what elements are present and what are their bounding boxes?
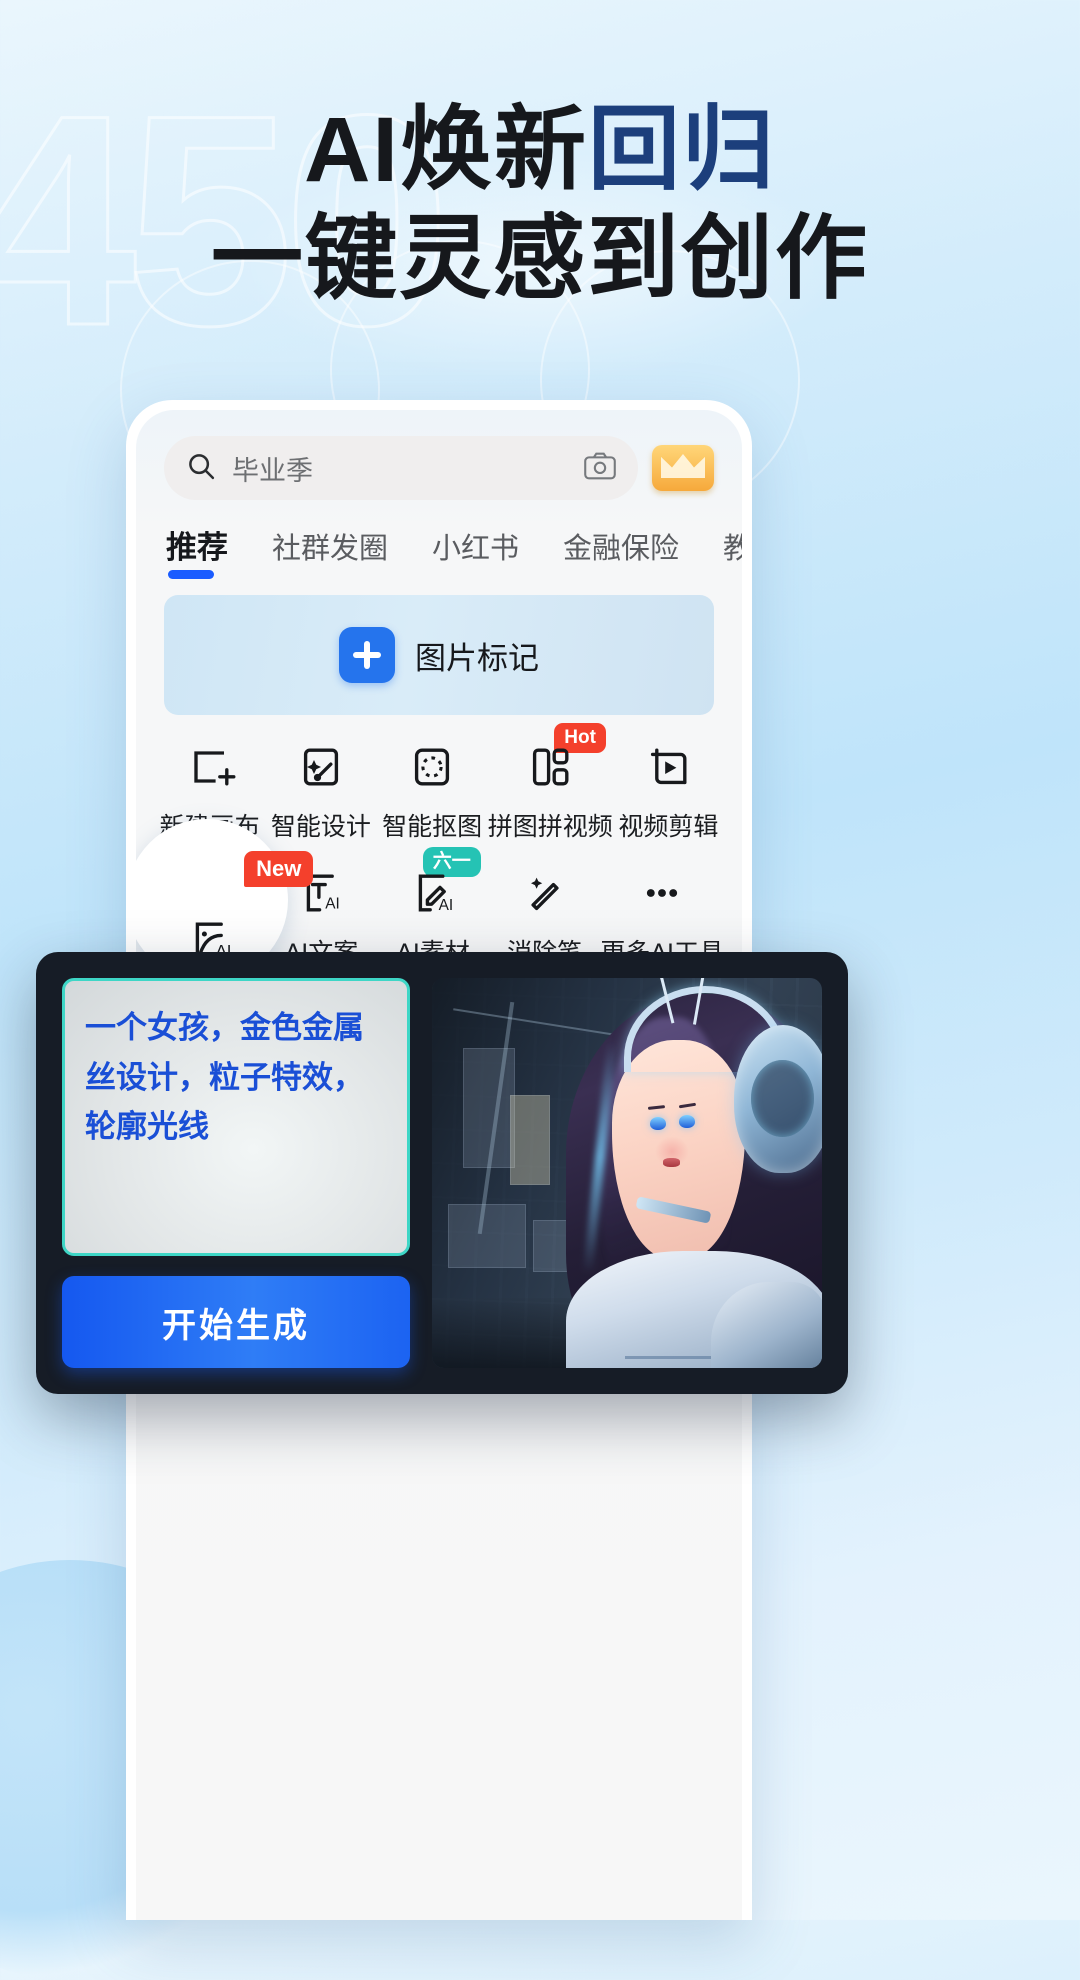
headline-line-2: 一键灵感到创作 [210, 207, 869, 310]
start-generate-button[interactable]: 开始生成 [62, 1276, 410, 1368]
tab-xiaohongshu[interactable]: 小红书 [432, 525, 519, 581]
character-eyebrow [648, 1105, 666, 1111]
tool-collage-label: 拼图拼视频 [487, 813, 613, 841]
character-lips [662, 1158, 681, 1168]
headline-block: AI焕新回归 一键灵感到创作 [0, 96, 1080, 313]
search-icon [186, 451, 216, 486]
smart-design-icon [293, 739, 349, 795]
character-headset [733, 1024, 822, 1173]
ai-artwork [432, 978, 822, 1368]
ai-panel-left: 一个女孩，金色金属丝设计，粒子特效，轮廓光线 开始生成 [62, 978, 410, 1368]
character-eye [649, 1116, 666, 1130]
category-tabs: 推荐 社群发圈 小红书 金融保险 教育培训 [136, 500, 742, 581]
search-input-value: 毕业季 [232, 455, 313, 486]
new-badge: New [244, 851, 314, 887]
tool-video-edit-label: 视频剪辑 [618, 813, 719, 841]
video-edit-icon [640, 739, 696, 795]
tool-video-edit[interactable]: 视频剪辑 [613, 739, 724, 843]
image-mark-banner[interactable]: 图片标记 [164, 595, 714, 715]
collage-icon [522, 739, 578, 795]
search-input[interactable]: 毕业季 [164, 436, 638, 500]
ai-preview-image[interactable] [432, 978, 822, 1368]
plus-icon [339, 627, 395, 683]
crown-icon[interactable] [652, 445, 714, 491]
tab-community[interactable]: 社群发圈 [272, 525, 388, 581]
ai-generation-panel: 一个女孩，金色金属丝设计，粒子特效，轮廓光线 开始生成 [36, 952, 848, 1394]
tab-education[interactable]: 教育培训 [723, 525, 742, 581]
svg-text:AI: AI [439, 897, 454, 914]
tool-smart-cutout-label: 智能抠图 [382, 813, 483, 841]
tool-smart-design-label: 智能设计 [270, 813, 371, 841]
camera-icon[interactable] [584, 452, 616, 485]
svg-text:AI: AI [326, 895, 341, 912]
more-icon [634, 865, 690, 921]
tool-smart-design[interactable]: 智能设计 [265, 739, 376, 843]
character-face [612, 1040, 746, 1259]
character-eyebrow [678, 1102, 697, 1109]
tool-smart-cutout[interactable]: 智能抠图 [377, 739, 488, 843]
search-row: 毕业季 [136, 410, 742, 500]
eraser-pen-icon [517, 865, 573, 921]
image-mark-banner-label: 图片标记 [415, 640, 539, 676]
tab-finance[interactable]: 金融保险 [563, 525, 679, 581]
artwork-window [510, 1095, 550, 1185]
headline-line-1-part-b: 回归 [588, 99, 777, 201]
new-canvas-icon [182, 739, 238, 795]
artwork-character [549, 978, 822, 1368]
character-eye [678, 1114, 695, 1128]
ai-material-icon: AI [405, 865, 461, 921]
start-generate-button-label: 开始生成 [162, 1306, 310, 1345]
prompt-input[interactable]: 一个女孩，金色金属丝设计，粒子特效，轮廓光线 [62, 978, 410, 1256]
tool-collage[interactable]: Hot 拼图拼视频 [487, 723, 613, 843]
smart-cutout-icon [404, 739, 460, 795]
headline-line-1-part-a: AI焕新 [303, 99, 588, 201]
tab-recommend[interactable]: 推荐 [166, 522, 228, 581]
headline-line-1: AI焕新回归 [0, 96, 1080, 205]
artwork-window [447, 1204, 526, 1269]
prompt-input-value: 一个女孩，金色金属丝设计，粒子特效，轮廓光线 [85, 1010, 364, 1145]
